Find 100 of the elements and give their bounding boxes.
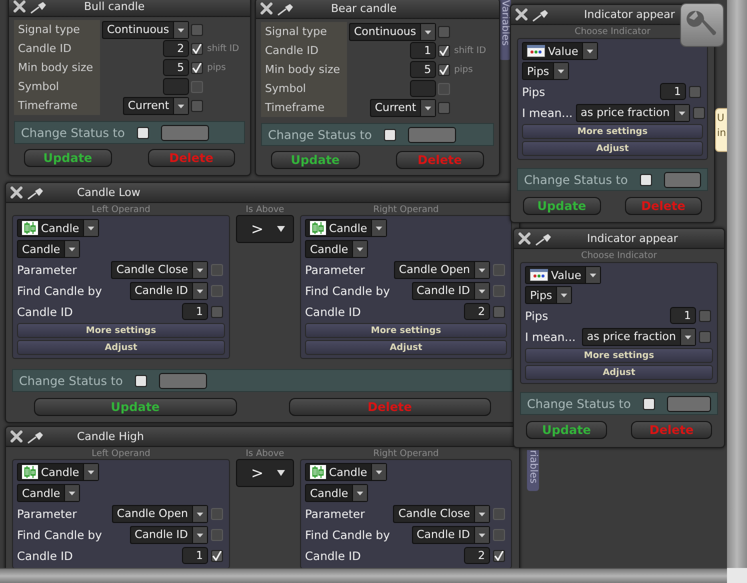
close-icon[interactable] xyxy=(515,8,528,21)
caret-icon xyxy=(474,506,489,522)
operator-dropdown[interactable]: > xyxy=(236,215,294,243)
dropdown[interactable]: as price fraction xyxy=(582,328,696,346)
status-color-field[interactable] xyxy=(666,396,711,412)
status-color-field[interactable] xyxy=(664,172,701,188)
checkbox[interactable] xyxy=(640,174,652,186)
dropdown[interactable]: Pips xyxy=(522,62,570,80)
dropdown[interactable]: Candle xyxy=(17,240,80,258)
close-icon[interactable] xyxy=(13,0,26,13)
number-field[interactable]: 2 xyxy=(464,547,490,564)
operand-heading: Right Operand xyxy=(372,205,440,215)
dropdown[interactable]: Candle xyxy=(17,219,100,237)
dropdown[interactable]: Candle xyxy=(305,463,388,481)
checkbox[interactable] xyxy=(191,42,204,54)
dropdown[interactable]: Current xyxy=(370,98,436,116)
caret-icon xyxy=(352,241,368,257)
update-button[interactable]: Update xyxy=(523,197,600,215)
dropdown[interactable]: Continuous xyxy=(349,22,436,40)
dropdown[interactable]: Pips xyxy=(525,286,572,304)
checkbox[interactable] xyxy=(699,330,711,342)
adjust-button[interactable]: Adjust xyxy=(305,340,507,355)
close-icon[interactable] xyxy=(10,186,23,199)
close-icon[interactable] xyxy=(518,232,531,245)
dropdown[interactable]: Candle xyxy=(17,484,80,502)
checkbox[interactable] xyxy=(689,86,701,98)
caret-icon xyxy=(277,470,285,476)
dropdown[interactable]: Value xyxy=(525,266,602,284)
checkbox[interactable] xyxy=(438,26,450,38)
dropdown[interactable]: Candle xyxy=(305,219,388,237)
update-button[interactable]: Update xyxy=(526,421,607,439)
number-field[interactable]: 2 xyxy=(464,303,490,320)
number-field[interactable]: 1 xyxy=(410,42,436,59)
number-field[interactable]: 1 xyxy=(182,547,208,564)
checkbox[interactable] xyxy=(191,24,204,36)
checkbox[interactable] xyxy=(211,306,223,318)
dropdown[interactable]: Candle xyxy=(305,484,368,502)
settings-button[interactable] xyxy=(680,3,724,47)
checkbox[interactable] xyxy=(191,62,204,74)
close-icon[interactable] xyxy=(10,430,23,443)
caret-icon xyxy=(474,526,489,542)
checkbox[interactable] xyxy=(384,128,396,140)
adjust-button[interactable]: Adjust xyxy=(525,365,713,380)
checkbox[interactable] xyxy=(699,310,711,322)
checkbox[interactable] xyxy=(211,550,223,562)
checkbox[interactable] xyxy=(438,44,450,56)
status-color-field[interactable] xyxy=(408,126,456,142)
checkbox[interactable] xyxy=(692,106,705,118)
operator-dropdown[interactable]: > xyxy=(236,459,294,487)
variables-tab[interactable]: riables xyxy=(527,450,539,491)
number-field[interactable]: 1 xyxy=(182,303,208,320)
checkbox[interactable] xyxy=(438,102,450,114)
unit-label: pips xyxy=(207,62,227,72)
value-icon xyxy=(527,45,545,57)
checkbox[interactable] xyxy=(438,64,450,76)
checkbox[interactable] xyxy=(642,398,655,410)
dropdown[interactable]: Continuous xyxy=(102,20,190,38)
more-settings-button[interactable]: More settings xyxy=(525,348,713,363)
adjust-button[interactable]: Adjust xyxy=(522,141,703,156)
operand-heading: Right Operand xyxy=(372,449,440,459)
caret-icon xyxy=(64,241,80,257)
caret-icon xyxy=(474,282,489,298)
more-settings-button[interactable]: More settings xyxy=(522,124,703,139)
vertical-scrollbar[interactable] xyxy=(727,0,747,568)
dropdown[interactable]: Candle xyxy=(305,240,368,258)
text-field[interactable] xyxy=(163,78,190,95)
field-label: Candle ID xyxy=(17,548,74,562)
horizontal-scrollbar[interactable] xyxy=(0,568,727,583)
text-field[interactable] xyxy=(410,80,436,97)
checkbox[interactable] xyxy=(493,306,505,318)
number-field[interactable]: 5 xyxy=(163,59,190,76)
update-button[interactable]: Update xyxy=(271,151,360,169)
status-label: Change Status to xyxy=(527,396,631,410)
adjust-button[interactable]: Adjust xyxy=(17,340,225,355)
checkbox[interactable] xyxy=(134,374,147,386)
field-label: Parameter xyxy=(305,262,366,276)
close-icon[interactable] xyxy=(260,2,273,15)
status-label: Change Status to xyxy=(21,126,125,140)
checkbox[interactable] xyxy=(136,126,149,138)
panel-title: Indicator appear xyxy=(587,232,678,245)
number-field[interactable]: 1 xyxy=(670,307,696,324)
more-settings-button[interactable]: More settings xyxy=(17,323,225,338)
caret-icon xyxy=(420,100,436,116)
update-button[interactable]: Update xyxy=(34,398,236,416)
caret-icon xyxy=(553,63,568,79)
number-field[interactable]: 2 xyxy=(163,40,190,57)
number-field[interactable]: 5 xyxy=(410,61,436,78)
checkbox[interactable] xyxy=(191,100,204,112)
checkbox[interactable] xyxy=(493,550,505,562)
dropdown[interactable]: Candle xyxy=(17,463,100,481)
status-color-field[interactable] xyxy=(158,372,207,388)
dropdown[interactable]: Current xyxy=(122,96,190,114)
number-field[interactable]: 1 xyxy=(660,83,686,100)
status-color-field[interactable] xyxy=(160,124,209,140)
dropdown[interactable]: as price fraction xyxy=(576,104,690,122)
more-settings-button[interactable]: More settings xyxy=(305,323,507,338)
update-button[interactable]: Update xyxy=(24,149,112,167)
field-label: Find Candle by xyxy=(17,284,103,298)
dropdown[interactable]: Value xyxy=(522,42,598,60)
caret-icon xyxy=(674,104,689,120)
